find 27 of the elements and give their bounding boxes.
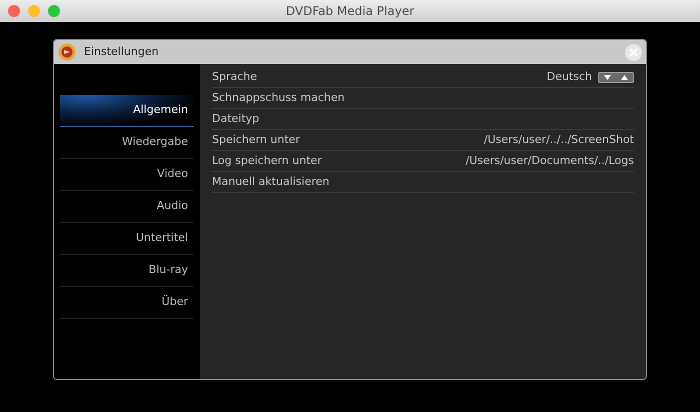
down-arrow-icon[interactable] (604, 74, 611, 80)
close-icon (629, 48, 638, 56)
window-title: DVDFab Media Player (286, 3, 414, 20)
setting-label: Speichern unter (212, 132, 300, 148)
app-logo-icon (58, 43, 76, 61)
up-arrow-icon[interactable] (621, 74, 628, 80)
close-window-icon[interactable] (8, 5, 20, 17)
sidebar-item[interactable]: Untertitel (60, 223, 194, 255)
setting-label: Sprache (212, 68, 258, 85)
sidebar-item[interactable]: Audio (60, 191, 194, 223)
setting-value: Deutsch (546, 68, 592, 85)
path-value[interactable]: /Users/user/../../ScreenShot (484, 132, 634, 148)
language-stepper[interactable] (598, 72, 634, 82)
sidebar-item[interactable]: Über (60, 287, 194, 319)
maximize-window-icon[interactable] (48, 5, 60, 17)
sidebar-item[interactable]: Wiedergabe (60, 127, 194, 159)
close-button[interactable] (625, 44, 642, 60)
sidebar-item[interactable]: Allgemein (60, 95, 194, 127)
sidebar-item[interactable]: Video (60, 159, 194, 191)
dialog-title: Einstellungen (84, 44, 159, 60)
sidebar-item[interactable]: Blu-ray (60, 255, 194, 287)
setting-label: Log speichern unter (212, 152, 322, 169)
setting-label: Manuell aktualisieren (212, 174, 330, 190)
setting-label: Dateityp (212, 110, 260, 127)
path-value[interactable]: /Users/user/Documents/../Logs (466, 152, 634, 170)
setting-label: Schnappschuss machen (212, 90, 345, 106)
minimize-window-icon[interactable] (28, 5, 40, 17)
